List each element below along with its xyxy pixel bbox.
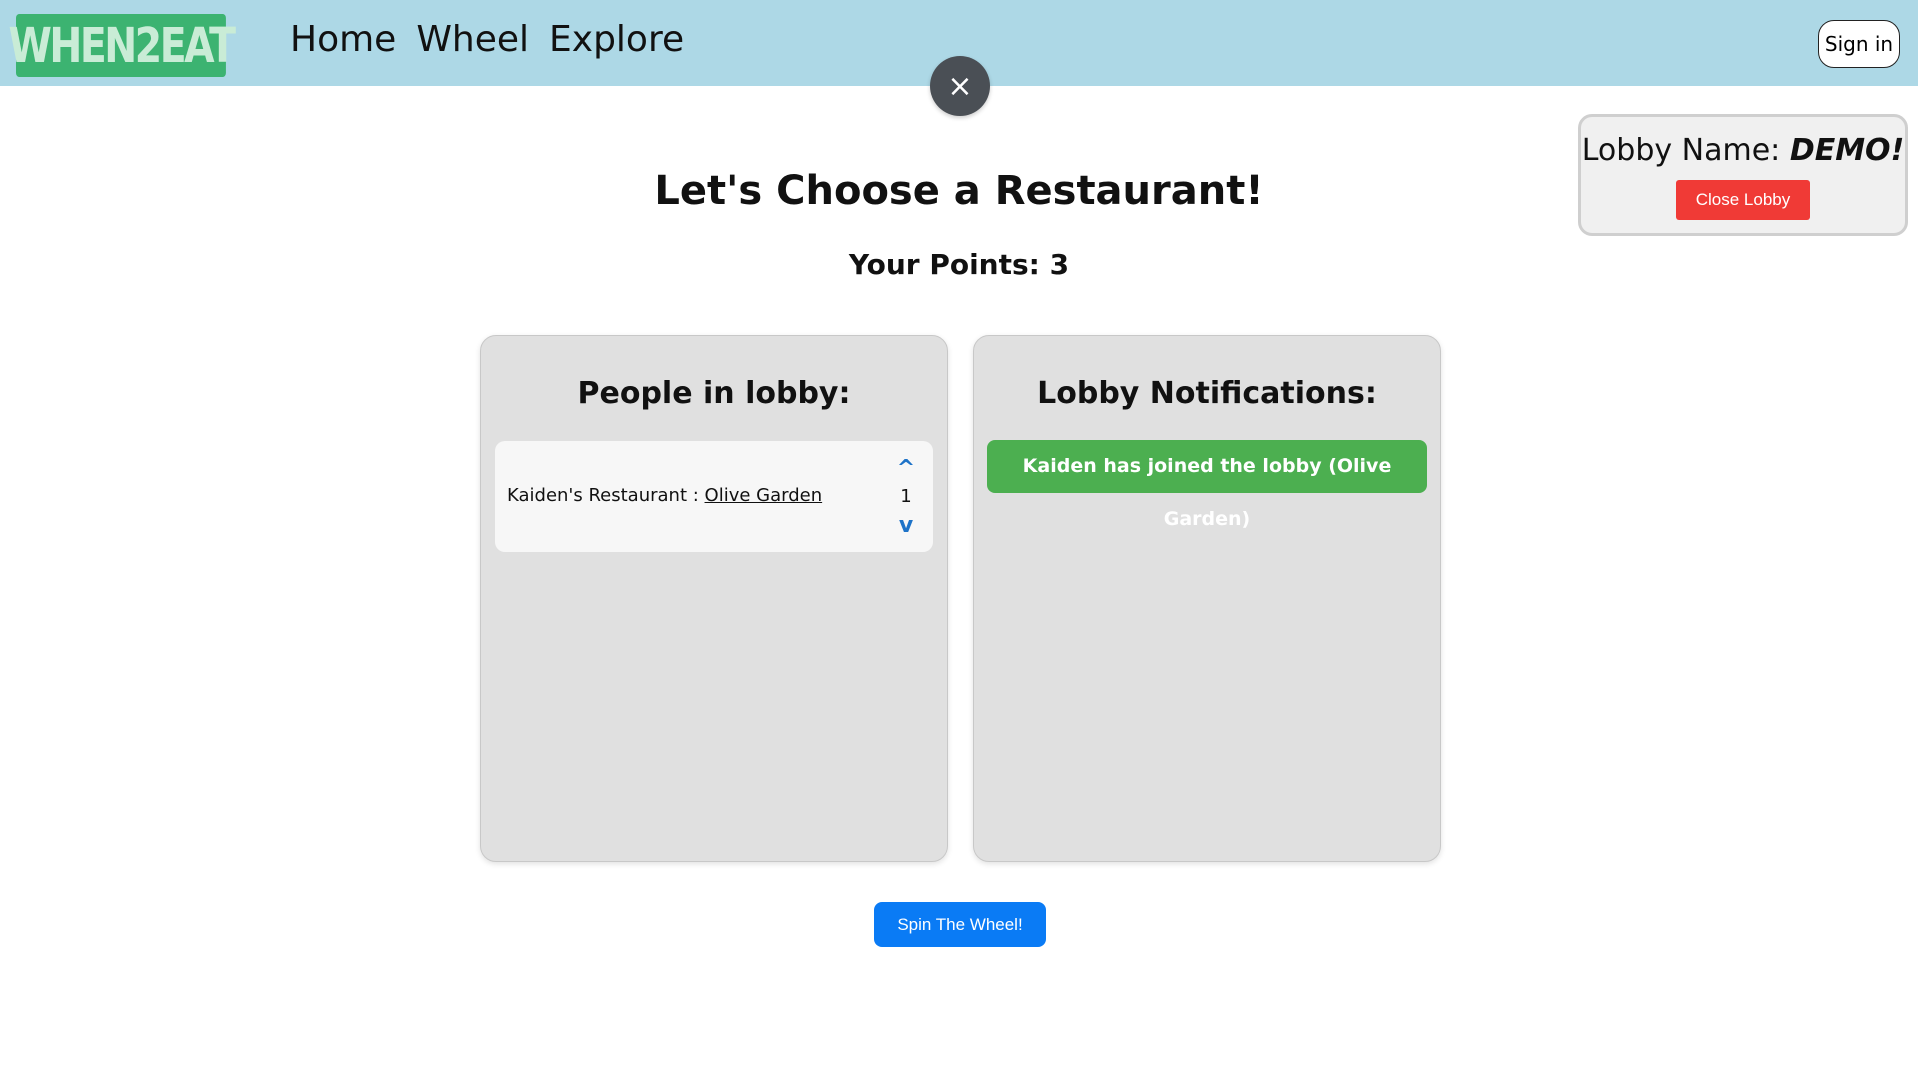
downvote-icon[interactable]: v [899, 512, 913, 539]
close-icon[interactable]: × [930, 56, 990, 116]
nav-link-home[interactable]: Home [290, 14, 396, 66]
nav-link-wheel[interactable]: Wheel [416, 14, 529, 66]
page-title: Let's Choose a Restaurant! [654, 168, 1264, 214]
spin-wheel-button[interactable]: Spin The Wheel! [874, 902, 1046, 947]
nav-links: Home Wheel Explore [290, 14, 684, 66]
person-restaurant-text: Kaiden's Restaurant : Olive Garden [507, 485, 822, 506]
notification-item: Kaiden has joined the lobby (Olive Garde… [987, 440, 1427, 530]
person-restaurant-prefix: Kaiden's Restaurant : [507, 485, 705, 506]
people-panel-title: People in lobby: [577, 376, 851, 411]
notifications-panel-title: Lobby Notifications: [1037, 376, 1377, 411]
people-panel: People in lobby: Kaiden's Restaurant : O… [480, 335, 948, 862]
lobby-name-value: DEMO! [1789, 133, 1905, 168]
list-item: Kaiden's Restaurant : Olive Garden ^ 1 v [495, 441, 933, 552]
nav-link-explore[interactable]: Explore [549, 14, 684, 66]
vote-count: 1 [900, 486, 912, 507]
lobby-name-heading: Lobby Name: DEMO! [1581, 133, 1905, 168]
upvote-icon[interactable]: ^ [897, 455, 915, 482]
restaurant-link[interactable]: Olive Garden [705, 485, 823, 506]
lobby-name-label: Lobby Name: [1581, 133, 1790, 168]
vote-controls: ^ 1 v [893, 455, 919, 539]
sign-in-button[interactable]: Sign in [1818, 20, 1900, 68]
points-display: Your Points: 3 [848, 248, 1070, 281]
notifications-panel: Lobby Notifications: Kaiden has joined t… [973, 335, 1441, 862]
app-logo[interactable]: WHEN2EAT [8, 14, 236, 77]
